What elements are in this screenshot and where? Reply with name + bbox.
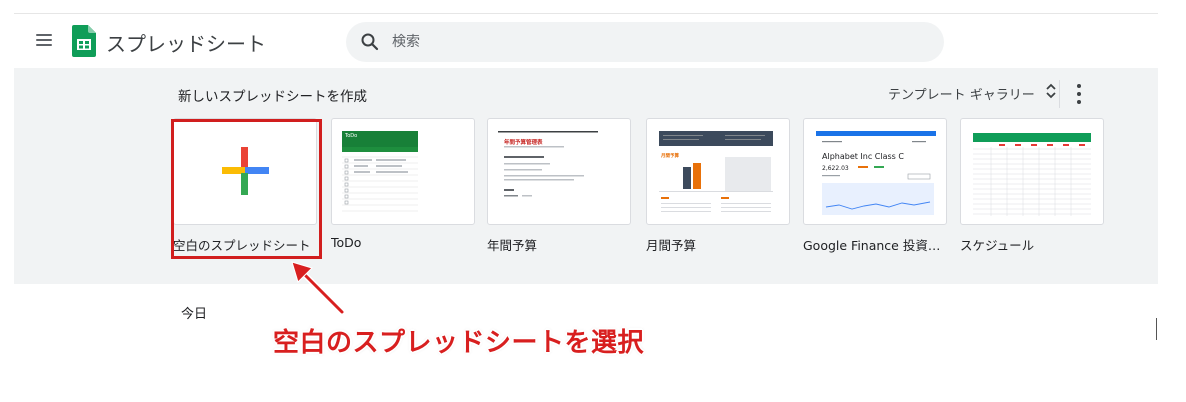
search-bar[interactable] (346, 22, 944, 62)
template-todo[interactable]: ToDo ToDo (331, 118, 475, 250)
template-thumbnail[interactable]: 年間予算管理表 (487, 118, 631, 225)
template-schedule[interactable]: スケジュール (960, 118, 1104, 254)
template-annual-budget[interactable]: 年間予算管理表 年間予算 (487, 118, 631, 254)
template-gallery-toggle[interactable]: テンプレート ギャラリー (888, 81, 1057, 105)
more-vert-icon (1077, 84, 1081, 88)
template-label: スケジュール (960, 238, 1035, 253)
sheets-logo-icon[interactable] (72, 25, 96, 61)
search-input[interactable] (392, 22, 922, 62)
unfold-icon (1045, 83, 1057, 103)
toolbar-divider (1059, 80, 1060, 108)
template-label: 月間予算 (646, 238, 697, 253)
recent-today-label: 今日 (181, 307, 208, 322)
scrollbar-edge[interactable] (1156, 318, 1157, 340)
section-title: 新しいスプレッドシートを作成 (178, 89, 367, 105)
header: スプレッドシート (14, 14, 1158, 68)
template-thumbnail[interactable]: Alphabet Inc Class C 2,622.03 (803, 118, 947, 225)
template-section: 新しいスプレッドシートを作成 テンプレート ギャラリー 空白のスプレッドシート … (14, 68, 1158, 284)
annotation-highlight-box (171, 119, 322, 259)
template-label: Google Finance 投資ト… (803, 238, 947, 253)
annotation-callout-text: 空白のスプレッドシートを選択 (273, 328, 645, 358)
main-menu-button[interactable] (34, 30, 54, 50)
template-thumbnail[interactable] (960, 118, 1104, 225)
template-monthly-budget[interactable]: 月間予算 月間予算 (646, 118, 790, 254)
more-options-button[interactable] (1069, 82, 1089, 106)
template-label: 年間予算 (487, 238, 538, 253)
search-icon[interactable] (360, 32, 380, 56)
sheets-home-page: スプレッドシート 新しいスプレッドシートを作成 テンプレート ギャラリー (0, 0, 1186, 402)
template-google-finance[interactable]: Alphabet Inc Class C 2,622.03 Google Fin… (803, 118, 947, 254)
template-label: ToDo (331, 235, 362, 250)
app-title[interactable]: スプレッドシート (106, 28, 266, 57)
annotation-arrow-icon (291, 261, 345, 315)
template-thumbnail[interactable]: 月間予算 (646, 118, 790, 225)
template-thumbnail[interactable]: ToDo (331, 118, 475, 225)
hamburger-icon (36, 34, 52, 36)
template-gallery-label: テンプレート ギャラリー (888, 87, 1035, 103)
